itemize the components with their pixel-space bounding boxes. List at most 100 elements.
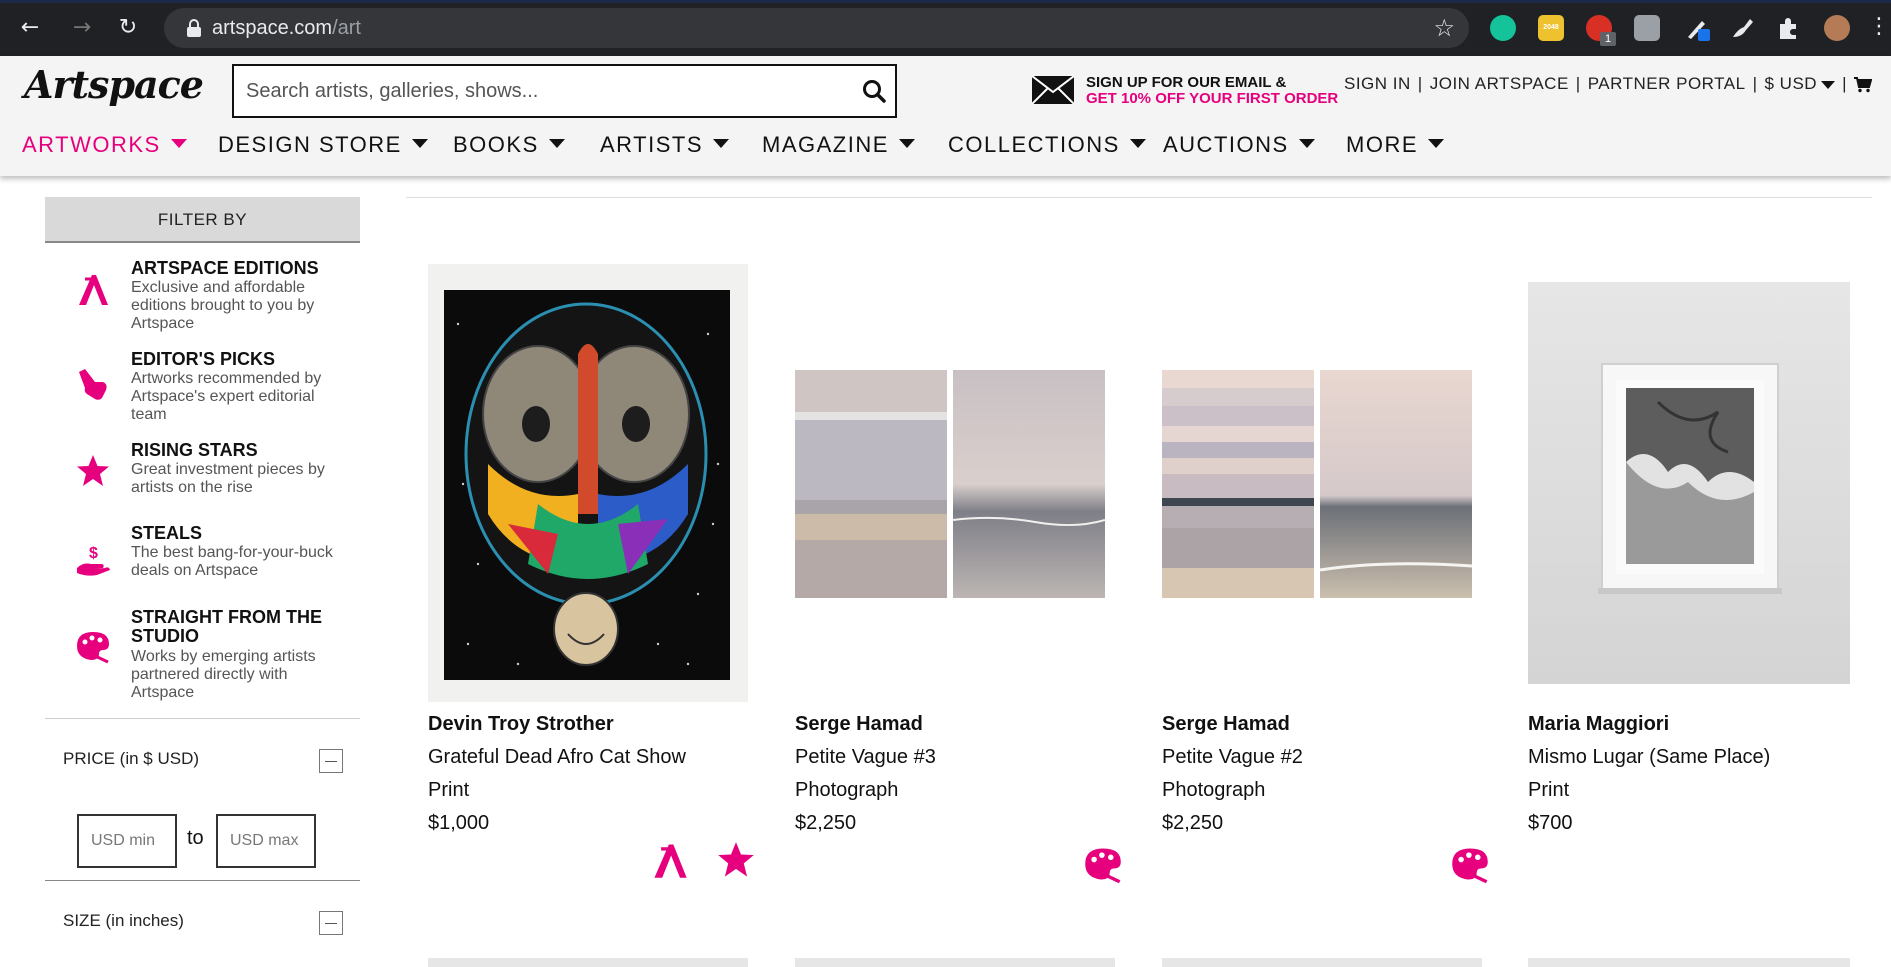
chevron-down-icon (1821, 80, 1836, 89)
extensions-puzzle-icon[interactable] (1776, 15, 1802, 41)
nav-artists[interactable]: ARTISTS (600, 132, 730, 158)
filter-editors-picks[interactable]: EDITOR'S PICKS Artworks recommended by A… (45, 350, 360, 430)
nav-artworks-label: ARTWORKS (22, 132, 161, 157)
currency-selector[interactable]: $ USD (1764, 74, 1836, 94)
product-price: $2,250 (795, 812, 857, 834)
size-collapse-button[interactable] (319, 911, 343, 935)
artwork-image[interactable] (1528, 282, 1850, 684)
artwork-image[interactable] (795, 370, 1105, 598)
artspace-logo[interactable]: Artspace (24, 62, 204, 107)
product-artist[interactable]: Devin Troy Strother (428, 713, 614, 736)
product-artist[interactable]: Serge Hamad (795, 713, 923, 736)
filter-description: Artworks recommended by Artspace's exper… (131, 370, 322, 423)
chevron-down-icon (713, 138, 730, 148)
product-artist[interactable]: Maria Maggiori (1528, 713, 1669, 736)
product-title[interactable]: Mismo Lugar (Same Place) (1528, 746, 1770, 769)
chevron-down-icon (1428, 138, 1444, 148)
filter-description: Works by emerging artists partnered dire… (131, 648, 316, 701)
price-collapse-button[interactable] (319, 749, 343, 773)
palette-icon (1085, 848, 1121, 884)
promo-line-1: SIGN UP FOR OUR EMAIL & (1086, 74, 1287, 91)
browser-menu-icon[interactable]: ⋮ (1868, 16, 1890, 38)
price-min-input[interactable] (77, 814, 177, 868)
grammarly-extension-icon[interactable] (1490, 15, 1516, 41)
nav-more[interactable]: MORE (1346, 132, 1444, 158)
separator: | (1842, 74, 1847, 93)
product-price: $2,250 (1162, 812, 1224, 834)
search-icon[interactable] (861, 78, 887, 104)
forward-arrow-icon[interactable]: → (66, 12, 98, 44)
nav-design-store[interactable]: DESIGN STORE (218, 132, 428, 158)
currency-label: $ USD (1764, 74, 1818, 93)
filter-title: EDITOR'S PICKS (131, 349, 275, 369)
game-2048-extension-icon[interactable]: 2048 (1538, 15, 1564, 41)
search-input[interactable] (246, 66, 836, 116)
extension-2048-label: 2048 (1543, 24, 1559, 31)
nav-artworks[interactable]: ARTWORKS (22, 132, 187, 158)
nav-design-store-label: DESIGN STORE (218, 132, 402, 157)
product-title[interactable]: Petite Vague #3 (795, 746, 936, 769)
filter-by-header: FILTER BY (45, 197, 360, 243)
nav-books-label: BOOKS (453, 132, 539, 157)
reload-icon[interactable]: ↻ (112, 12, 144, 44)
chevron-down-icon (1129, 138, 1146, 148)
separator: | (1575, 74, 1581, 93)
artwork-image[interactable] (1162, 370, 1472, 598)
sign-in-link[interactable]: SIGN IN (1344, 74, 1411, 94)
artwork-image-next-row[interactable] (428, 958, 748, 967)
nav-auctions-label: AUCTIONS (1163, 132, 1289, 157)
profile-avatar[interactable] (1824, 15, 1850, 41)
artwork-image-next-row[interactable] (1528, 958, 1850, 967)
nav-collections-label: COLLECTIONS (948, 132, 1120, 157)
pen-extension-icon[interactable] (1684, 15, 1710, 41)
hand-dollar-icon: $ (77, 545, 110, 576)
nav-books[interactable]: BOOKS (453, 132, 565, 158)
filter-description: Exclusive and affordable editions brough… (131, 279, 315, 332)
search-box (232, 64, 897, 118)
bookmark-star-icon[interactable]: ☆ (1433, 14, 1455, 42)
honey-extension-icon[interactable] (1634, 15, 1660, 41)
filter-steals[interactable]: $ STEALS The best bang-for-your-buck dea… (45, 524, 360, 588)
product-title[interactable]: Petite Vague #2 (1162, 746, 1303, 769)
product-title[interactable]: Grateful Dead Afro Cat Show (428, 746, 686, 769)
star-icon (77, 455, 109, 486)
chevron-down-icon (411, 138, 428, 148)
filter-sidebar: FILTER BY ARTSPACE EDITIONS Exclusive an… (45, 197, 360, 935)
back-arrow-icon[interactable]: ← (14, 12, 46, 44)
size-filter-title[interactable]: SIZE (in inches) (63, 911, 184, 931)
product-medium: Print (428, 779, 470, 801)
brush-extension-icon[interactable] (1730, 15, 1756, 41)
price-range-to-label: to (187, 827, 204, 849)
nav-magazine[interactable]: MAGAZINE (762, 132, 915, 158)
palette-icon (1452, 848, 1488, 884)
artspace-editions-icon (654, 844, 687, 878)
product-artist[interactable]: Serge Hamad (1162, 713, 1290, 736)
nav-auctions[interactable]: AUCTIONS (1163, 132, 1315, 158)
product-medium: Photograph (795, 779, 899, 801)
filter-straight-from-the-studio[interactable]: STRAIGHT FROM THE STUDIO Works by emergi… (45, 608, 360, 701)
join-artspace-link[interactable]: JOIN ARTSPACE (1430, 74, 1569, 94)
price-filter-title[interactable]: PRICE (in $ USD) (63, 749, 199, 769)
divider (45, 880, 360, 881)
divider (45, 718, 360, 719)
filter-title: STEALS (131, 523, 203, 543)
artwork-image-next-row[interactable] (1162, 958, 1482, 967)
svg-text:$: $ (89, 545, 98, 562)
product-price: $1,000 (428, 812, 490, 834)
artwork-image[interactable] (428, 264, 748, 702)
nav-collections[interactable]: COLLECTIONS (948, 132, 1146, 158)
nav-artists-label: ARTISTS (600, 132, 704, 157)
price-max-input[interactable] (216, 814, 316, 868)
shopping-cart-icon[interactable] (1853, 76, 1872, 93)
filter-artspace-editions[interactable]: ARTSPACE EDITIONS Exclusive and affordab… (45, 259, 360, 339)
partner-portal-link[interactable]: PARTNER PORTAL (1588, 74, 1746, 94)
account-links: SIGN IN | JOIN ARTSPACE | PARTNER PORTAL | $ U… (1344, 74, 1872, 94)
palette-icon (77, 632, 109, 664)
artwork-image-next-row[interactable] (795, 958, 1115, 967)
extension-badge: 1 (1600, 32, 1616, 46)
chevron-down-icon (170, 138, 187, 148)
address-bar[interactable]: artspace.com/art ☆ (164, 8, 1469, 48)
browser-toolbar: ← → ↻ artspace.com/art ☆ 2048 1 ⋮ (0, 0, 1891, 56)
url-text: artspace.com/art (212, 8, 361, 48)
filter-rising-stars[interactable]: RISING STARS Great investment pieces by … (45, 441, 360, 503)
